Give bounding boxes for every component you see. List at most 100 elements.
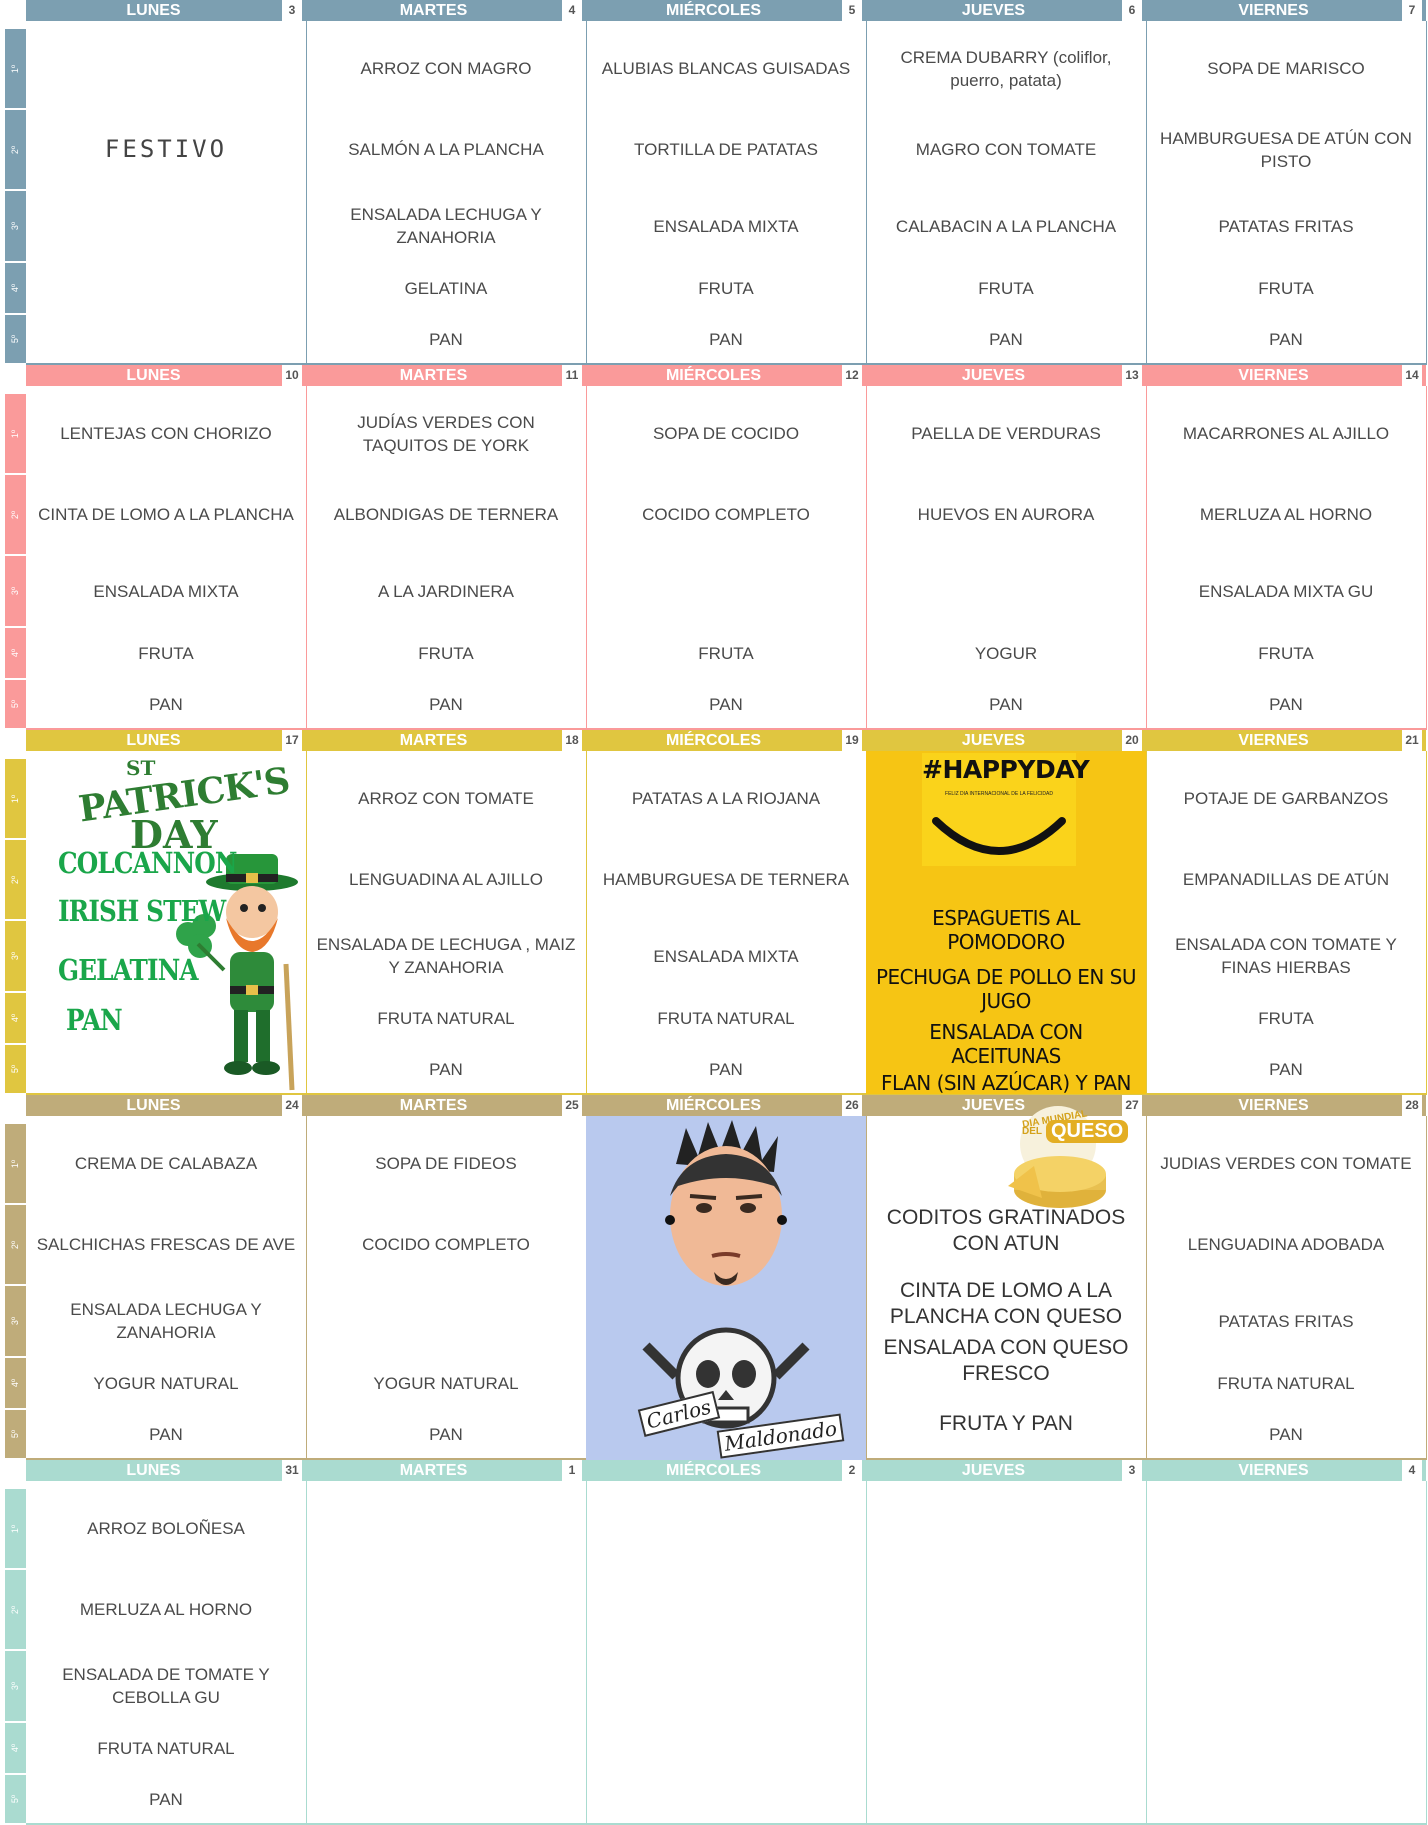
- day-name: MIÉRCOLES: [665, 2, 762, 19]
- day-name: MIÉRCOLES: [665, 732, 762, 749]
- day-header: JUEVES 6: [866, 0, 1146, 21]
- course-label: 2º: [5, 840, 26, 919]
- day-column-jueves: JUEVES 13 PAELLA DE VERDURAS HUEVOS EN AURO…: [866, 365, 1147, 730]
- day-name: MARTES: [399, 1462, 468, 1479]
- menu-item: CINTA DE LOMO A LA PLANCHA: [38, 505, 294, 524]
- menu-item: LENGUADINA ADOBADA: [1187, 1235, 1385, 1254]
- course-sidebar: 1º 2º 3º 4º 5º: [5, 1488, 26, 1824]
- day-column-lunes: LUNES 10 LENTEJAS CON CHORIZO CINTA DE LOMO…: [26, 365, 307, 730]
- smile-icon: [932, 817, 1066, 855]
- day-name: LUNES: [126, 1097, 181, 1114]
- day-column-viernes: VIERNES 4: [1146, 1460, 1427, 1825]
- day-header: JUEVES 20: [866, 730, 1146, 751]
- day-number: 4: [1402, 1460, 1422, 1481]
- chef-panel: Carlos Maldonado: [586, 1116, 866, 1460]
- day-number: 5: [842, 0, 862, 21]
- menu-item: ARROZ CON TOMATE: [358, 789, 534, 808]
- happyday-menu-item: ENSALADA CON ACEITUNAS: [929, 1019, 1083, 1068]
- menu-item: ENSALADA LECHUGA Y ZANAHORIA: [350, 205, 542, 247]
- menu-item: JUDÍAS VERDES CON TAQUITOS DE YORK: [357, 412, 535, 455]
- course-label: 2º: [5, 110, 26, 189]
- day-name: VIERNES: [1238, 1097, 1309, 1114]
- menu-item: ALBONDIGAS DE TERNERA: [333, 505, 559, 524]
- course-label: 4º: [5, 1358, 26, 1408]
- day-header: JUEVES 3: [866, 1460, 1146, 1481]
- day-header: MARTES 25: [306, 1095, 586, 1116]
- menu-item: FRUTA NATURAL: [1217, 1373, 1355, 1393]
- menu-item: FRUTA: [1258, 1008, 1314, 1028]
- day-name: VIERNES: [1238, 1462, 1309, 1479]
- menu-item: ARROZ CON MAGRO: [360, 59, 532, 78]
- queso-badge-bot: QUESO: [1046, 1120, 1129, 1143]
- irish-menu-item: PAN: [66, 1003, 123, 1037]
- menu-item: PAN: [989, 694, 1023, 714]
- day-column-martes: MARTES 4 ARROZ CON MAGRO SALMÓN A LA PLANCH…: [306, 0, 587, 365]
- day-header: MIÉRCOLES 5: [586, 0, 866, 21]
- course-label: 1º: [5, 29, 26, 108]
- day-column-miércoles: MIÉRCOLES 19 PATATAS A LA RIOJANA HAMBURGUE…: [586, 730, 867, 1095]
- menu-item: ARROZ BOLOÑESA: [87, 1519, 245, 1538]
- course-label: 4º: [5, 1723, 26, 1773]
- day-column-lunes: LUNES 24 CREMA DE CALABAZA SALCHICHAS FRESC…: [26, 1095, 307, 1460]
- day-number: 6: [1122, 0, 1142, 21]
- day-name: LUNES: [126, 2, 181, 19]
- day-number: 13: [1122, 365, 1142, 386]
- course-sidebar: 1º 2º 3º 4º 5º: [5, 393, 26, 729]
- menu-item: HUEVOS EN AURORA: [917, 505, 1095, 524]
- menu-item: ENSALADA CON TOMATE Y FINAS HIERBAS: [1175, 935, 1397, 977]
- menu-item: JUDIAS VERDES CON TOMATE: [1160, 1154, 1412, 1173]
- course-label: 1º: [5, 759, 26, 838]
- queso-menu-item: FRUTA Y PAN: [939, 1412, 1073, 1435]
- menu-item: ENSALADA MIXTA: [653, 216, 799, 236]
- course-label: 3º: [5, 556, 26, 626]
- column-divider: [1426, 1116, 1427, 1460]
- day-column-jueves: JUEVES 6 CREMA DUBARRY (coliflor, puerro, …: [866, 0, 1147, 365]
- day-number: 3: [282, 0, 302, 21]
- course-label: 4º: [5, 263, 26, 313]
- day-number: 19: [842, 730, 862, 751]
- happyday-menu-item: PECHUGA DE POLLO EN SU JUGO: [875, 965, 1137, 1013]
- irish-menu-item: COLCANNON: [58, 846, 237, 880]
- irish-menu-item: IRISH STEW: [58, 894, 226, 928]
- column-divider: [1426, 21, 1427, 365]
- day-header: VIERNES 21: [1146, 730, 1426, 751]
- day-number: 1: [562, 1460, 582, 1481]
- day-name: MIÉRCOLES: [665, 1462, 762, 1479]
- happyday-menu-item: FLAN (SIN AZÚCAR) Y PAN: [880, 1070, 1132, 1095]
- day-column-viernes: VIERNES 28 JUDIAS VERDES CON TOMATE LENGUAD…: [1146, 1095, 1427, 1460]
- day-name: MIÉRCOLES: [665, 1097, 762, 1114]
- day-column-martes: MARTES 11 JUDÍAS VERDES CON TAQUITOS DE YO…: [306, 365, 587, 730]
- menu-item: PAELLA DE VERDURAS: [911, 424, 1101, 443]
- day-number: 25: [562, 1095, 582, 1116]
- day-header: VIERNES 7: [1146, 0, 1426, 21]
- course-label: 5º: [5, 680, 26, 728]
- day-header: MIÉRCOLES 12: [586, 365, 866, 386]
- menu-item: PAN: [149, 694, 183, 714]
- day-name: VIERNES: [1238, 367, 1309, 384]
- day-header: MARTES 4: [306, 0, 586, 21]
- day-header: MIÉRCOLES 19: [586, 730, 866, 751]
- day-column-jueves: JUEVES 3: [866, 1460, 1147, 1825]
- day-header: MARTES 18: [306, 730, 586, 751]
- day-column-lunes: LUNES 31 ARROZ BOLOÑESA MERLUZA AL HORNO ENS…: [26, 1460, 307, 1825]
- menu-item: PAN: [1269, 329, 1303, 349]
- menu-item: MAGRO CON TOMATE: [915, 140, 1097, 159]
- course-label: 5º: [5, 1410, 26, 1458]
- festivo-label: FESTIVO: [104, 134, 228, 163]
- menu-item: PAN: [1269, 1059, 1303, 1079]
- course-label: 2º: [5, 1205, 26, 1284]
- happyday-title: #HAPPYDAY: [922, 755, 1090, 784]
- day-number: 18: [562, 730, 582, 751]
- week-5: 1º 2º 3º 4º 5º LUNES 31 ARROZ BOLOÑESA MERLUZA A…: [0, 1460, 1428, 1825]
- menu-item: ENSALADA MIXTA: [653, 946, 799, 966]
- day-header: VIERNES 4: [1146, 1460, 1426, 1481]
- day-column-miércoles: MIÉRCOLES 12 SOPA DE COCIDO COCIDO COMPLETO…: [586, 365, 867, 730]
- menu-item: ENSALADA MIXTA GU: [1198, 581, 1374, 601]
- course-label: 3º: [5, 1651, 26, 1721]
- menu-item: EMPANADILLAS DE ATÚN: [1182, 870, 1390, 889]
- st-patricks-logo-top: ST: [126, 756, 156, 780]
- column-divider: [1426, 1481, 1427, 1825]
- day-number: 31: [282, 1460, 302, 1481]
- menu-item: ENSALADA DE TOMATE Y CEBOLLA GU: [62, 1665, 270, 1707]
- course-sidebar: 1º 2º 3º 4º 5º: [5, 758, 26, 1094]
